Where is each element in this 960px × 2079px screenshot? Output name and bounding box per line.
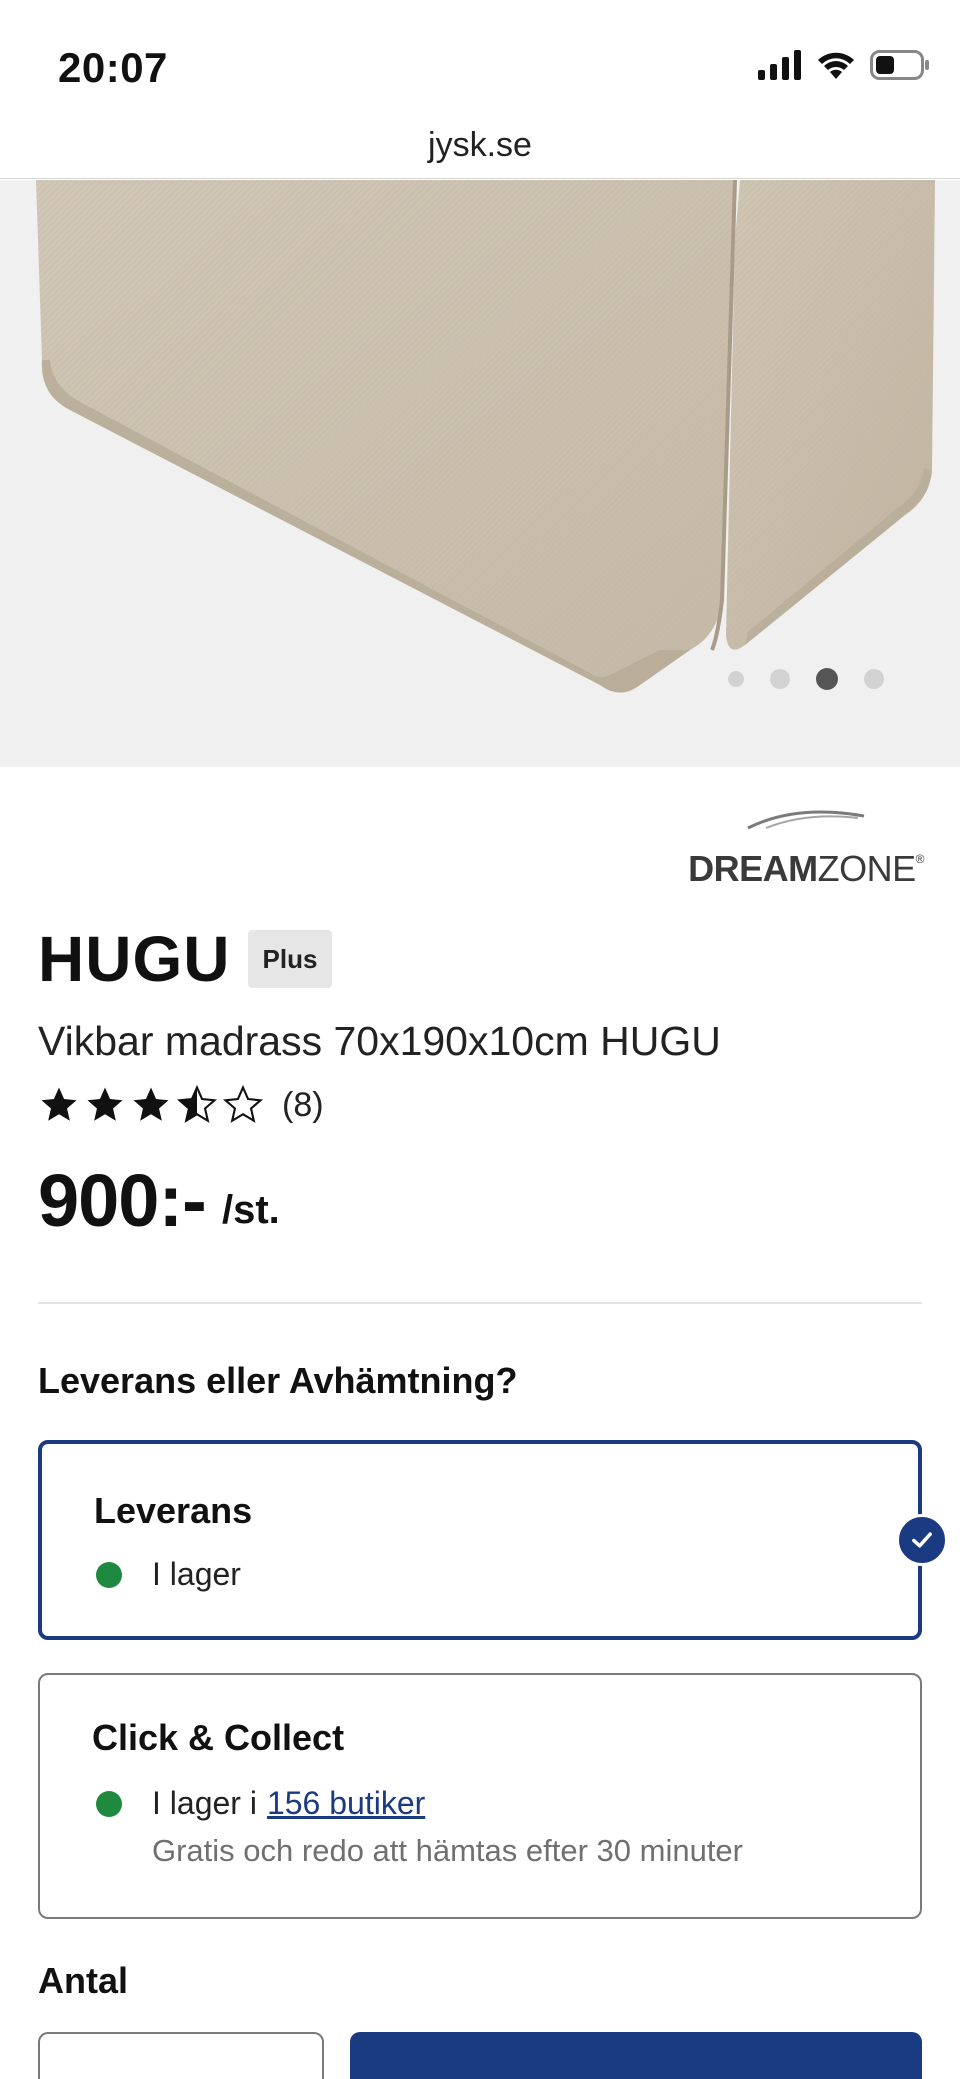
battery-icon	[870, 50, 929, 80]
wifi-icon	[818, 52, 854, 79]
star-filled-icon	[133, 1087, 169, 1121]
brand-logo[interactable]: DREAMZONE®	[684, 810, 925, 890]
product-price: 900:-	[38, 1159, 207, 1242]
carousel-dots	[728, 668, 884, 690]
delivery-title: Leverans	[94, 1490, 253, 1531]
checkmark-icon	[896, 1514, 948, 1566]
brand-swoosh-icon	[747, 810, 865, 830]
product-description: Vikbar madrass 70x190x10cm HUGU	[38, 1018, 721, 1064]
carousel-dot[interactable]	[864, 669, 884, 689]
status-time: 20:07	[58, 44, 168, 91]
delivery-option[interactable]: Leverans I lager	[38, 1440, 922, 1640]
click-collect-title: Click & Collect	[92, 1717, 345, 1758]
review-count[interactable]: (8)	[282, 1086, 324, 1125]
address-bar[interactable]: jysk.se	[0, 115, 960, 179]
brand-name: DREAMZONE®	[688, 848, 924, 889]
click-collect-subtext: Gratis och redo att hämtas efter 30 minu…	[152, 1833, 743, 1868]
carousel-dot[interactable]	[770, 669, 790, 689]
star-filled-icon	[87, 1087, 123, 1121]
status-bar: 20:07	[0, 0, 960, 115]
product-rating[interactable]: (8)	[38, 1084, 324, 1126]
in-stock-dot-icon	[96, 1561, 122, 1588]
add-to-cart-button[interactable]	[350, 2032, 922, 2079]
signal-icon	[758, 50, 801, 80]
carousel-dot[interactable]	[728, 671, 744, 687]
stores-link[interactable]: 156 butiker	[267, 1785, 425, 1822]
status-icons	[758, 50, 930, 80]
click-collect-option[interactable]: Click & Collect I lager i 156 butiker Gr…	[38, 1673, 922, 1919]
rating-stars	[38, 1084, 264, 1126]
delivery-stock: I lager	[96, 1556, 241, 1593]
star-half-icon	[176, 1084, 218, 1123]
quantity-stepper[interactable]	[38, 2032, 324, 2079]
url-text[interactable]: jysk.se	[0, 115, 960, 175]
star-empty-icon	[222, 1084, 264, 1123]
divider	[38, 1302, 922, 1304]
fulfillment-heading: Leverans eller Avhämtning?	[38, 1360, 518, 1401]
star-filled-icon	[41, 1087, 77, 1121]
price-unit: /st.	[222, 1188, 280, 1232]
quantity-heading: Antal	[38, 1960, 128, 2001]
plus-badge: Plus	[248, 930, 332, 988]
product-name: HUGU	[38, 923, 231, 995]
carousel-dot-active[interactable]	[816, 668, 838, 690]
product-image-carousel[interactable]	[0, 180, 960, 767]
click-collect-stock: I lager i 156 butiker	[96, 1785, 425, 1822]
in-stock-dot-icon	[96, 1790, 122, 1817]
